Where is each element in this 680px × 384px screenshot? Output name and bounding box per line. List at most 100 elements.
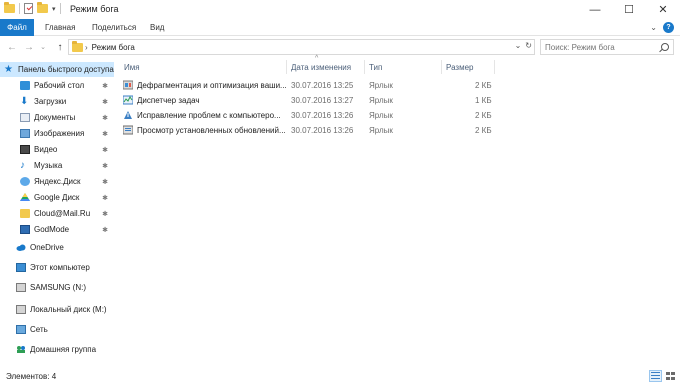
sidebar-item-quick-access[interactable]: ★ Панель быстрого доступа [0,62,114,77]
ribbon-controls: ⌄ ? [650,22,674,33]
table-row[interactable]: Просмотр установленных обновлений... 30.… [120,123,500,138]
toolbar-divider [59,3,61,14]
sidebar-item-label: Рабочий стол [34,81,85,90]
file-type: Ярлык [369,126,393,135]
sidebar-item-label: Загрузки [34,97,67,106]
file-date: 30.07.2016 13:25 [291,81,354,90]
toolbar-divider [19,3,20,14]
sidebar-item-samsung[interactable]: SAMSUNG (N:) [0,280,114,295]
sidebar-item-documents[interactable]: Документы ✱ [0,110,114,125]
file-type: Ярлык [369,96,393,105]
close-button[interactable]: ✕ [646,0,680,19]
file-name: Исправление проблем с компьютеро... [137,111,281,120]
table-row[interactable]: Диспетчер задач 30.07.2016 13:27 Ярлык 1… [120,93,500,108]
column-divider[interactable] [364,60,365,74]
sidebar-item-images[interactable]: Изображения ✱ [0,126,114,141]
pin-icon[interactable]: ✱ [102,98,108,106]
customize-toolbar-icon[interactable]: ▾ [52,5,56,13]
sidebar-item-label: Изображения [34,129,85,138]
images-icon [20,129,30,138]
homegroup-icon [16,345,26,354]
sidebar-item-onedrive[interactable]: OneDrive [0,240,114,255]
status-bar: Элементов: 4 [0,368,680,384]
video-icon [20,145,30,154]
drive-icon [16,305,26,314]
search-input[interactable] [545,42,657,52]
tab-view[interactable]: Вид [150,19,164,36]
sidebar-item-local-disk[interactable]: Локальный диск (M:) [0,302,114,317]
column-divider[interactable] [441,60,442,74]
search-icon[interactable] [661,43,669,51]
new-folder-icon[interactable] [37,2,48,13]
pin-icon[interactable]: ✱ [102,226,108,234]
expand-ribbon-icon[interactable]: ⌄ [650,23,657,32]
address-bar[interactable]: › Режим бога ⌄ ↻ [68,39,535,55]
sidebar-item-google-drive[interactable]: Google Диск ✱ [0,190,114,205]
refresh-icon[interactable]: ↻ [525,41,532,50]
pin-icon[interactable]: ✱ [102,82,108,90]
yandex-disk-icon [20,177,30,186]
table-row[interactable]: Дефрагментация и оптимизация ваши... 30.… [120,78,500,93]
sidebar-item-video[interactable]: Видео ✱ [0,142,114,157]
sidebar-item-label: Яндекс.Диск [34,177,81,186]
column-divider[interactable] [494,60,495,74]
tab-file[interactable]: Файл [0,19,34,36]
sidebar-item-yandex-disk[interactable]: Яндекс.Диск ✱ [0,174,114,189]
sidebar-item-label: Сеть [30,325,48,334]
tab-home[interactable]: Главная [45,19,75,36]
breadcrumb[interactable]: Режим бога [92,43,135,52]
file-date: 30.07.2016 13:27 [291,96,354,105]
column-header-type[interactable]: Тип [369,60,382,74]
file-name: Просмотр установленных обновлений... [137,126,286,135]
column-divider[interactable] [286,60,287,74]
column-header-name[interactable]: Имя [124,60,140,74]
file-name: Диспетчер задач [137,96,200,105]
table-row[interactable]: Исправление проблем с компьютеро... 30.0… [120,108,500,123]
maximize-button[interactable]: ☐ [612,0,646,19]
minimize-button[interactable]: — [578,0,612,19]
folder-icon [72,40,83,52]
pin-icon[interactable]: ✱ [102,178,108,186]
large-icons-view-icon [666,372,675,380]
search-box[interactable] [540,39,674,55]
pin-icon[interactable]: ✱ [102,194,108,202]
sidebar-item-desktop[interactable]: Рабочий стол ✱ [0,78,114,93]
defrag-icon [122,80,134,90]
sidebar-item-label: Видео [34,145,58,154]
forward-button[interactable]: → [22,40,36,54]
sidebar-item-this-pc[interactable]: Этот компьютер [0,260,114,275]
google-drive-icon [20,193,30,202]
sidebar-item-godmode[interactable]: GodMode ✱ [0,222,114,237]
item-count: Элементов: 4 [6,372,57,381]
recent-locations-button[interactable]: ⌄ [38,40,48,54]
file-type: Ярлык [369,111,393,120]
sidebar-item-network[interactable]: Сеть [0,322,114,337]
sidebar-item-music[interactable]: ♪ Музыка ✱ [0,158,114,173]
up-button[interactable]: ↑ [53,40,67,54]
sidebar-item-label: Локальный диск (M:) [30,305,107,314]
pin-icon[interactable]: ✱ [102,114,108,122]
sidebar-item-downloads[interactable]: ⬇ Загрузки ✱ [0,94,114,109]
pin-icon[interactable]: ✱ [102,130,108,138]
help-icon[interactable]: ? [663,22,674,33]
navigation-bar: ← → ⌄ ↑ › Режим бога ⌄ ↻ [0,36,680,58]
sidebar-item-homegroup[interactable]: Домашняя группа [0,342,114,357]
chevron-down-icon[interactable]: ⌄ [515,41,522,50]
properties-icon[interactable] [24,3,33,14]
pin-icon[interactable]: ✱ [102,146,108,154]
back-button[interactable]: ← [5,40,19,54]
details-view-button[interactable] [649,370,662,382]
file-size: 2 КБ [475,81,492,90]
sidebar-item-cloud-mail[interactable]: Cloud@Mail.Ru ✱ [0,206,114,221]
sidebar-item-label: Домашняя группа [30,345,97,354]
column-header-date[interactable]: Дата изменения [291,60,351,74]
tab-share[interactable]: Поделиться [92,19,136,36]
large-icons-view-button[interactable] [664,370,677,382]
column-header-size[interactable]: Размер [446,60,474,74]
pin-icon[interactable]: ✱ [102,162,108,170]
file-date: 30.07.2016 13:26 [291,126,354,135]
chevron-right-icon[interactable]: › [85,43,88,52]
desktop-icon [20,81,30,90]
pin-icon[interactable]: ✱ [102,210,108,218]
drive-icon [16,283,26,292]
